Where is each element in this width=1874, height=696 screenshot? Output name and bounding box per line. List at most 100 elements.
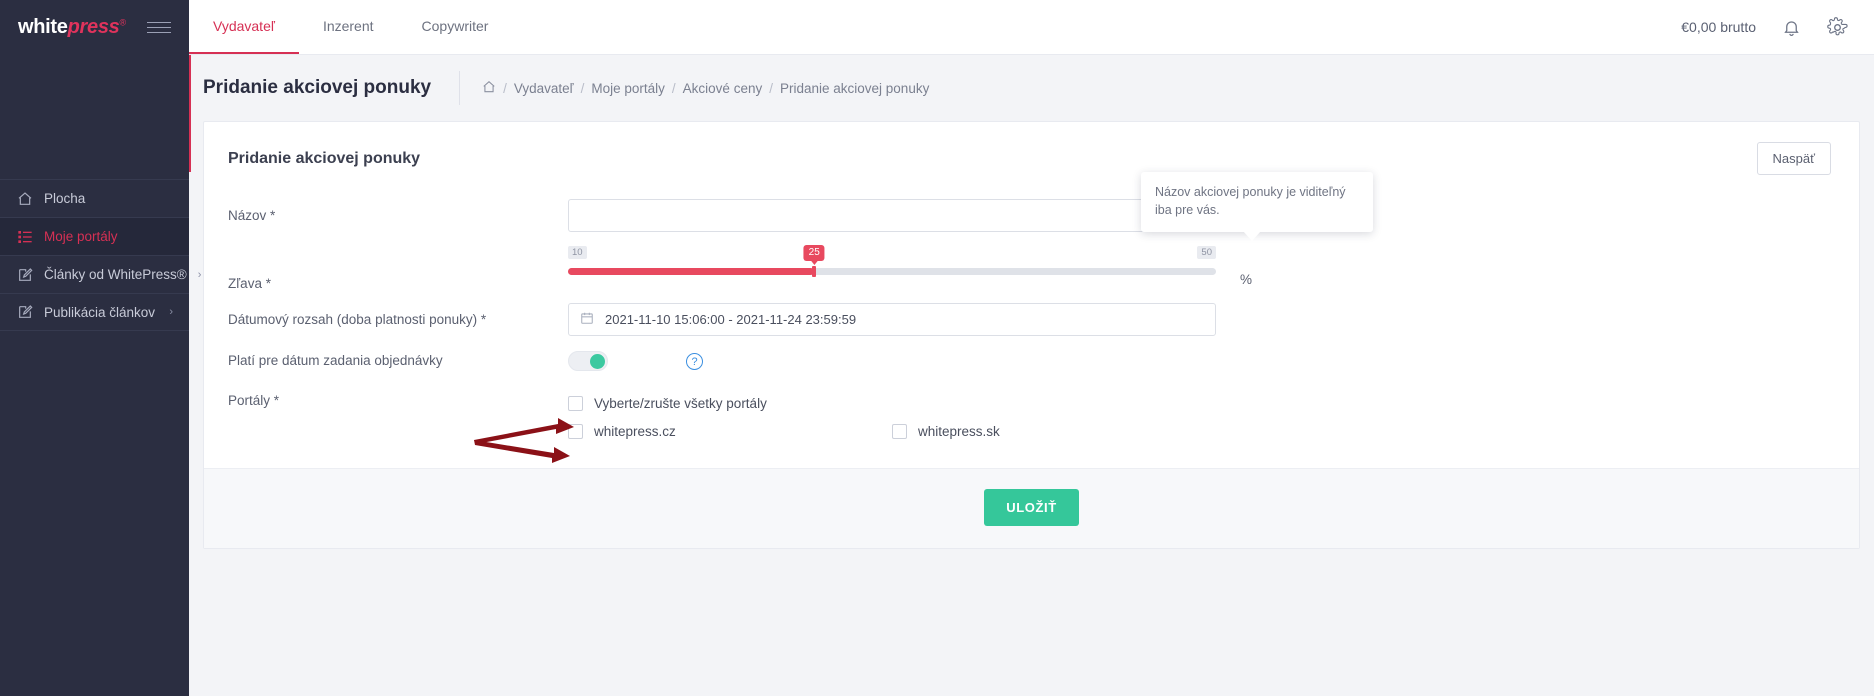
- chevron-right-icon: ›: [197, 268, 202, 281]
- select-all-portals-label: Vyberte/zrušte všetky portály: [594, 396, 767, 411]
- field-portals: Vyberte/zrušte všetky portály whitepress…: [568, 391, 1835, 444]
- breadcrumb-separator: /: [671, 80, 676, 96]
- tab-inzerent[interactable]: Inzerent: [299, 0, 398, 54]
- question-circle-icon[interactable]: ?: [686, 353, 703, 370]
- chevron-right-icon: ›: [169, 306, 173, 318]
- select-all-portals-checkbox[interactable]: [568, 396, 583, 411]
- discount-unit-label: %: [1240, 272, 1253, 287]
- bell-icon[interactable]: [1782, 18, 1801, 37]
- daterange-input[interactable]: 2021-11-10 15:06:00 - 2021-11-24 23:59:5…: [568, 303, 1216, 336]
- form-card-header: Pridanie akciovej ponuky Naspäť: [204, 122, 1859, 193]
- page-bottom-fill: [189, 549, 1874, 696]
- account-balance: €0,00 brutto: [1681, 19, 1756, 35]
- slider-track[interactable]: [568, 266, 1216, 277]
- breadcrumb-separator: /: [580, 80, 585, 96]
- portal-checkbox[interactable]: [568, 424, 583, 439]
- form-card-title: Pridanie akciovej ponuky: [228, 149, 421, 167]
- daterange-value: 2021-11-10 15:06:00 - 2021-11-24 23:59:5…: [605, 312, 857, 327]
- breadcrumb-item-current: Pridanie akciovej ponuky: [779, 80, 930, 96]
- label-nazov: Názov *: [228, 208, 276, 223]
- breadcrumb-separator: /: [503, 80, 507, 96]
- sidebar-nav: Plocha Moje portály Články od WhitePress…: [0, 179, 201, 331]
- tooltip-text: Názov akciovej ponuky je viditeľný iba p…: [1155, 185, 1346, 218]
- tab-vydavatel[interactable]: Vydavateľ: [189, 0, 299, 54]
- app-root: whitepress® Plocha Moje portály Články o…: [0, 0, 1874, 696]
- label-datumovy-rozsah: Dátumový rozsah (doba platnosti ponuky) …: [228, 312, 487, 327]
- whitepress-logo[interactable]: whitepress®: [18, 16, 126, 39]
- main-area: Vydavateľ Inzerent Copywriter €0,00 brut…: [189, 0, 1874, 696]
- sidebar-logo-bar: whitepress®: [0, 0, 189, 55]
- logo-registered-mark: ®: [119, 17, 127, 28]
- logo-part-white: white: [18, 16, 68, 38]
- gear-icon[interactable]: [1827, 16, 1848, 38]
- edit-icon: [16, 266, 33, 283]
- field-order-date: ?: [568, 351, 1835, 371]
- breadcrumb: / Vydavateľ / Moje portály / Akciové cen…: [460, 80, 929, 97]
- breadcrumb-separator: /: [769, 80, 773, 96]
- form-row-name: Názov * ?: [228, 199, 1835, 232]
- form-row-daterange: Dátumový rozsah (doba platnosti ponuky) …: [228, 303, 1835, 336]
- menu-toggle-icon[interactable]: [147, 22, 171, 33]
- sidebar-item-label: Články od WhitePress®: [44, 267, 187, 282]
- home-icon: [16, 190, 33, 207]
- form-row-portals: Portály * Vyberte/zrušte všetky portály …: [228, 391, 1835, 444]
- portal-label: whitepress.cz: [594, 424, 676, 439]
- label-plati-pre-datum: Platí pre dátum zadania objednávky: [228, 353, 443, 368]
- top-bar: Vydavateľ Inzerent Copywriter €0,00 brut…: [189, 0, 1874, 55]
- portal-label: whitepress.sk: [918, 424, 1000, 439]
- sidebar-item-plocha[interactable]: Plocha: [0, 179, 189, 217]
- save-button[interactable]: ULOŽIŤ: [984, 489, 1079, 526]
- portal-select-all-row: Vyberte/zrušte všetky portály: [568, 391, 1216, 416]
- portal-item-whitepress-sk: whitepress.sk: [892, 419, 1216, 444]
- toggle-knob: [590, 353, 605, 369]
- portal-checkbox[interactable]: [892, 424, 907, 439]
- sidebar-item-clanky-od-whitepress[interactable]: Články od WhitePress® ›: [0, 255, 201, 293]
- list-icon: [16, 228, 33, 245]
- breadcrumb-item-akciove-ceny[interactable]: Akciové ceny: [683, 81, 763, 96]
- nazov-input[interactable]: [568, 199, 1216, 232]
- form-row-discount: Zľava * 10 50 25 %: [228, 245, 1835, 291]
- tab-label: Vydavateľ: [213, 18, 275, 34]
- slider-max-label: 50: [1197, 246, 1216, 259]
- top-bar-right: €0,00 brutto: [1681, 0, 1874, 54]
- form-card-footer: ULOŽIŤ: [204, 468, 1859, 548]
- portal-item-whitepress-cz: whitepress.cz: [568, 419, 892, 444]
- back-button[interactable]: Naspäť: [1756, 142, 1831, 175]
- portal-items-row: whitepress.cz whitepress.sk: [568, 419, 1216, 444]
- tab-label: Copywriter: [421, 18, 489, 34]
- form-card: Pridanie akciovej ponuky Naspäť Názov * …: [203, 121, 1860, 549]
- role-tabs: Vydavateľ Inzerent Copywriter: [189, 0, 512, 54]
- sidebar-item-moje-portaly[interactable]: Moje portály: [0, 217, 189, 255]
- discount-slider[interactable]: 10 50 25: [568, 245, 1216, 277]
- slider-fill: [568, 268, 815, 275]
- label-zlava: Zľava *: [228, 276, 271, 291]
- breadcrumb-home-icon[interactable]: [482, 80, 496, 97]
- form-card-body: Názov * ? Zľava * 10 50 25: [204, 193, 1859, 468]
- form-row-order-date: Platí pre dátum zadania objednávky ?: [228, 351, 1835, 371]
- tab-copywriter[interactable]: Copywriter: [398, 0, 513, 54]
- sidebar-item-label: Publikácia článkov: [44, 304, 156, 320]
- field-daterange: 2021-11-10 15:06:00 - 2021-11-24 23:59:5…: [568, 303, 1835, 336]
- tab-label: Inzerent: [322, 18, 374, 34]
- page-header: Pridanie akciovej ponuky / Vydavateľ / M…: [189, 55, 1874, 121]
- sidebar: whitepress® Plocha Moje portály Články o…: [0, 0, 201, 696]
- active-section-indicator: [189, 55, 191, 172]
- edit-icon: [16, 304, 33, 321]
- sidebar-item-label: Moje portály: [44, 229, 118, 244]
- sidebar-item-label: Plocha: [44, 191, 86, 206]
- calendar-icon: [580, 311, 594, 328]
- slider-handle[interactable]: [812, 266, 817, 277]
- slider-min-label: 10: [568, 246, 587, 259]
- breadcrumb-item-vydavatel[interactable]: Vydavateľ: [514, 81, 574, 96]
- logo-part-press: press: [67, 16, 120, 38]
- portals-checkbox-grid: Vyberte/zrušte všetky portály whitepress…: [568, 391, 1216, 444]
- slider-value-badge: 25: [803, 245, 825, 261]
- order-date-toggle[interactable]: [568, 351, 608, 371]
- field-zlava: 10 50 25 %: [568, 245, 1835, 287]
- name-field-tooltip: Názov akciovej ponuky je viditeľný iba p…: [1141, 172, 1373, 242]
- label-portaly: Portály *: [228, 393, 280, 408]
- page-title: Pridanie akciovej ponuky: [203, 77, 432, 98]
- breadcrumb-item-moje-portaly[interactable]: Moje portály: [591, 81, 665, 96]
- sidebar-item-publikacia-clankov[interactable]: Publikácia článkov ›: [0, 293, 189, 331]
